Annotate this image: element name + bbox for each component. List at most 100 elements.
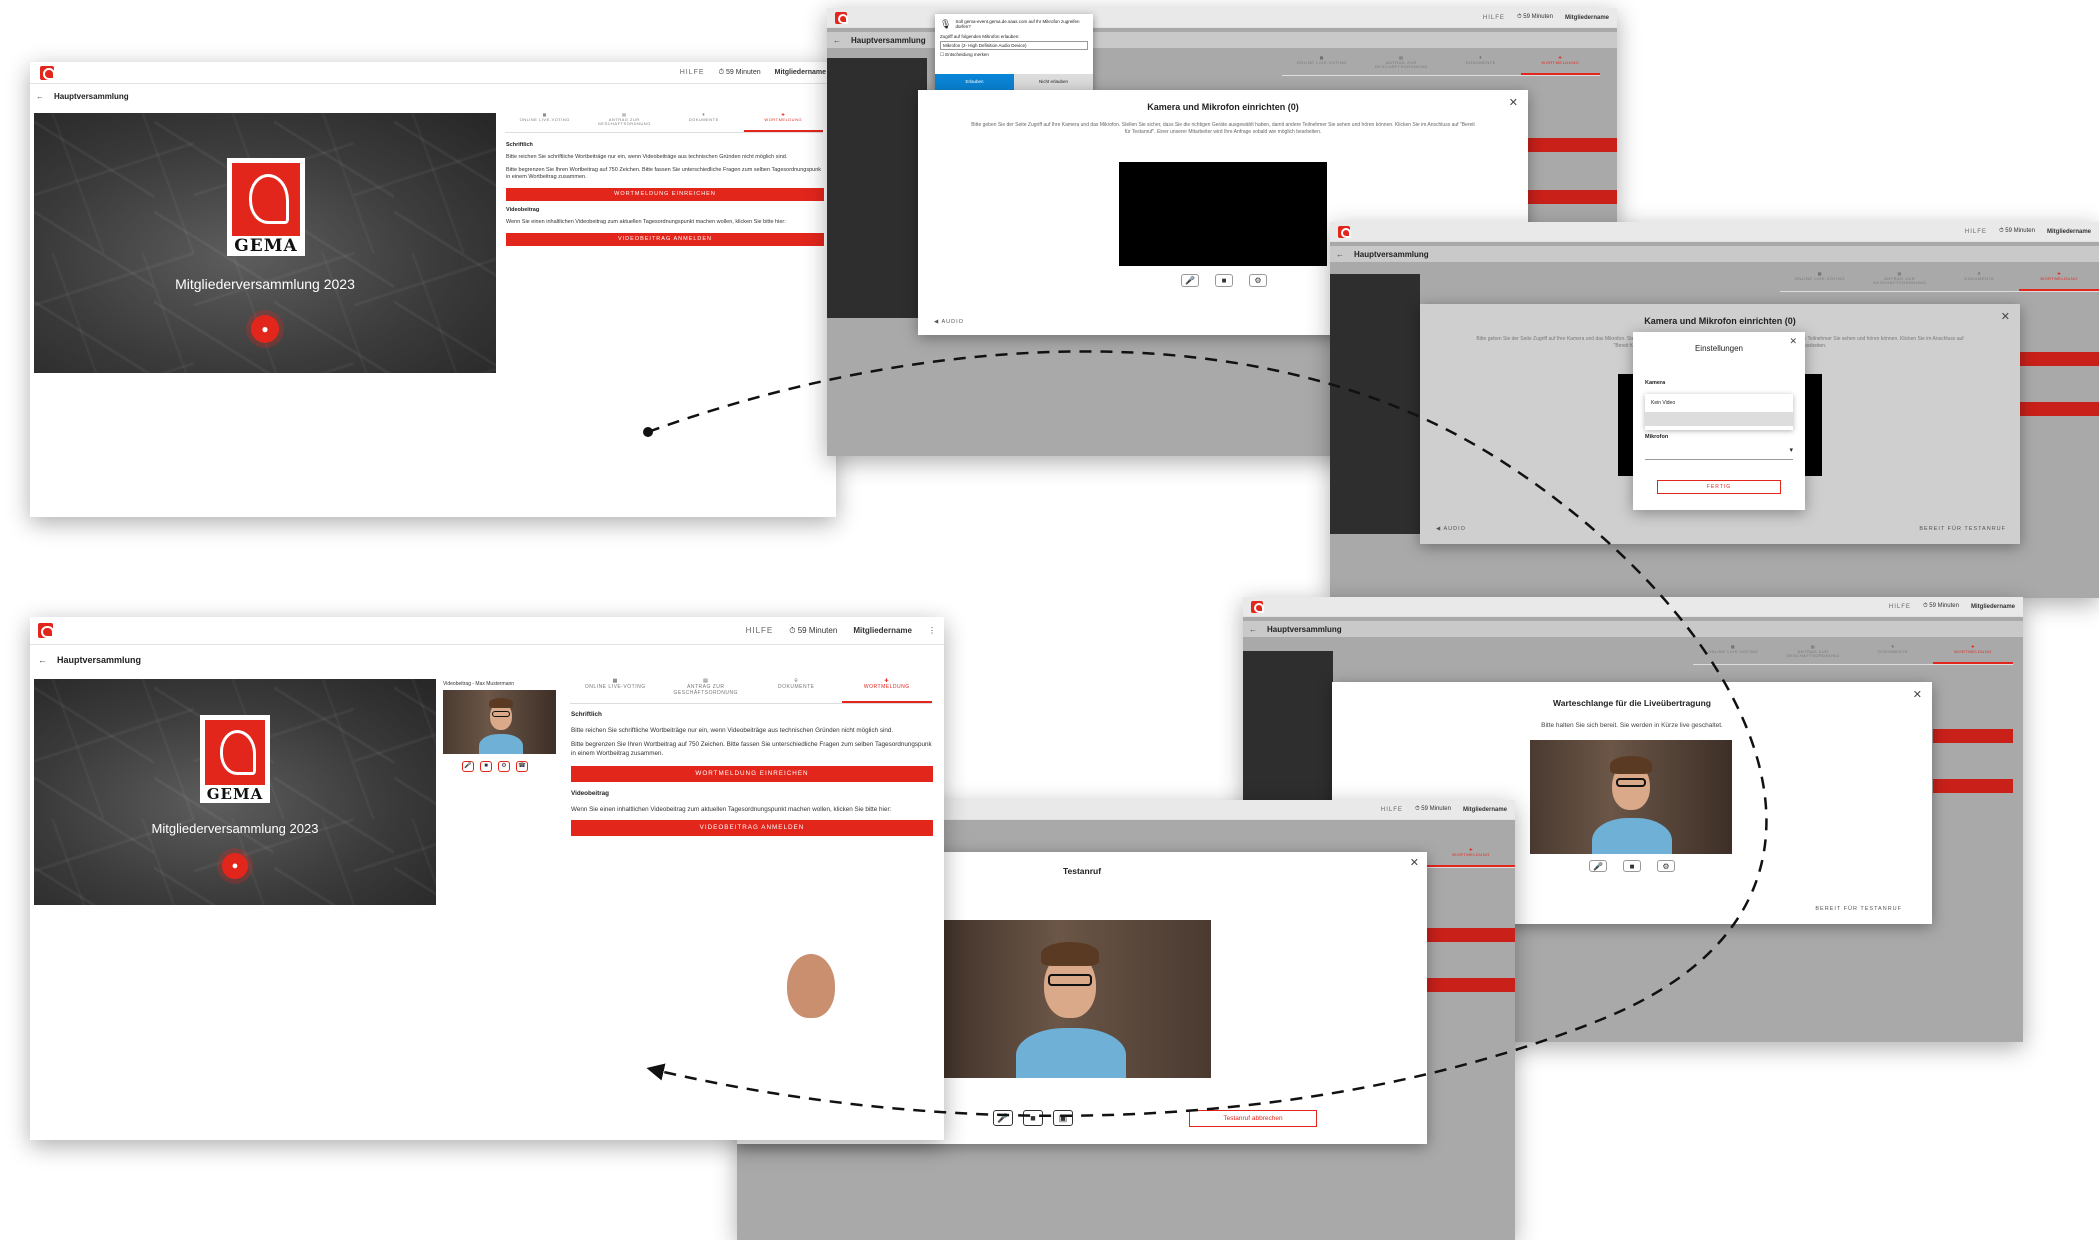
self-view-caption: Videobeitrag - Max Mustermann [443, 681, 515, 687]
tab-antrag[interactable]: ▤ ANTRAG ZUR GESCHÄFTSORDNUNG [585, 112, 665, 132]
tab-online-live-voting[interactable]: ▦ ONLINE LIVE-VOTING [505, 112, 585, 132]
settings-button[interactable]: ⚙ [1249, 274, 1267, 287]
register-video-button[interactable]: VIDEOBEITRAG ANMELDEN [506, 232, 824, 246]
tab-wortmeldung: ✚ WORTMELDUNG [1427, 847, 1515, 867]
event-stage: GEMA Mitgliederversammlung 2023 ● [34, 679, 436, 905]
permission-question: Soll gema-event.gema.de.saas.com auf Ihr… [955, 19, 1080, 29]
remember-checkbox[interactable]: ☐ Entscheidung merken [940, 52, 1088, 58]
back-arrow-icon[interactable]: ← [1336, 250, 1344, 259]
camera-toggle[interactable]: ■ [480, 761, 492, 772]
tab-label: WORTMELDUNG [863, 683, 910, 690]
close-icon[interactable]: ✕ [2001, 310, 2010, 323]
tab-antrag[interactable]: ▤ ANTRAG ZUR GESCHÄFTSORDNUNG [661, 678, 752, 703]
user-name[interactable]: Mitgliedername [853, 626, 912, 635]
chevron-down-icon: ▾ [1789, 447, 1793, 454]
mic-toggle[interactable]: 🎤 [993, 1110, 1013, 1126]
mic-toggle[interactable]: 🎤 [1181, 274, 1199, 287]
written-heading: Schriftlich [506, 142, 533, 148]
tab-label: ANTRAG ZUR GESCHÄFTSORDNUNG [1786, 648, 1840, 659]
close-icon[interactable]: ✕ [1789, 336, 1797, 347]
tab-bar-dimmed: ✚ WORTMELDUNG [1427, 847, 1515, 868]
self-video-preview [1530, 740, 1732, 854]
back-arrow-icon[interactable]: ← [1249, 625, 1257, 634]
device-select[interactable]: Mikrofon (2- High Definition Audio Devic… [940, 41, 1088, 50]
camera-option[interactable]: Kein Video [1645, 394, 1793, 412]
camera-option-highlight[interactable] [1645, 412, 1793, 426]
screen-share-button[interactable]: ▣ [1053, 1110, 1073, 1126]
tab-dokumente[interactable]: ⌾ DOKUMENTE [664, 112, 744, 132]
settings-button[interactable]: ⚙ [1657, 860, 1675, 872]
submit-wortmeldung-button[interactable]: WORTMELDUNG EINREICHEN [506, 187, 824, 201]
app-bar: HILFE ⏱ 59 Minuten Mitgliedername ⋮ [30, 617, 944, 645]
app-bar: HILFE ⏱ 59 Minuten Mitgliedername [30, 62, 836, 84]
back-arrow-icon[interactable]: ← [833, 36, 841, 45]
tab-dokumente[interactable]: ⌾ DOKUMENTE [751, 678, 842, 703]
wortmeldung-pane: Schriftlich Bitte reichen Sie schriftlic… [571, 711, 933, 836]
tab-bar: ▦ ONLINE LIVE-VOTING ▤ ANTRAG ZUR GESCHÄFT… [505, 112, 823, 133]
tab-online-live-voting[interactable]: ▦ ONLINE LIVE-VOTING [570, 678, 661, 703]
user-name[interactable]: Mitgliedername [2047, 229, 2091, 235]
mic-toggle[interactable]: 🎤 [462, 761, 474, 772]
camera-toggle[interactable]: ■ [1023, 1110, 1043, 1126]
help-link[interactable]: HILFE [1381, 807, 1403, 813]
participants-button[interactable]: ● [222, 853, 248, 879]
camera-toggle[interactable]: ■ [1623, 860, 1641, 872]
user-name[interactable]: Mitgliedername [1565, 15, 1609, 21]
microphone-icon: 🎤 [1185, 276, 1195, 285]
register-video-button[interactable]: VIDEOBEITRAG ANMELDEN [571, 820, 933, 836]
help-link[interactable]: HILFE [1483, 15, 1505, 21]
timer-text: 59 Minuten [1421, 806, 1451, 812]
self-view-video [443, 690, 556, 754]
tab-label: DOKUMENTE [688, 116, 719, 122]
screen-device-settings: HILFE ⏱ 59 Minuten Mitgliedername ← Haup… [1330, 222, 2099, 598]
self-video [931, 920, 1211, 1078]
user-name[interactable]: Mitgliedername [1971, 604, 2015, 610]
user-name[interactable]: Mitgliedername [775, 69, 826, 76]
modal-title: Kamera und Mikrofon einrichten (0) [1644, 316, 1796, 326]
back-arrow-icon[interactable]: ← [36, 92, 44, 101]
back-arrow-icon[interactable]: ← [38, 655, 47, 665]
more-menu-icon[interactable]: ⋮ [928, 626, 936, 635]
group-icon: ● [261, 322, 269, 336]
gema-logo [1251, 600, 1265, 614]
help-link[interactable]: HILFE [680, 69, 705, 76]
red-bar-dimmed [1427, 978, 1515, 992]
settings-button[interactable]: ⚙ [498, 761, 510, 772]
camera-toggle[interactable]: ■ [1215, 274, 1233, 287]
camera-dropdown[interactable]: Kein Video [1645, 394, 1793, 430]
settings-done-button[interactable]: FERTIG [1657, 480, 1781, 494]
tab-antrag: ▤ ANTRAG ZUR GESCHÄFTSORDNUNG [1860, 271, 1940, 291]
hangup-button[interactable]: ☎ [516, 761, 528, 772]
camera-icon: ■ [484, 763, 488, 769]
tab-label: ANTRAG ZUR GESCHÄFTSORDNUNG [1374, 59, 1428, 70]
submit-wortmeldung-button[interactable]: WORTMELDUNG EINREICHEN [571, 766, 933, 782]
page-header: ← Hauptversammlung [30, 88, 836, 104]
user-name[interactable]: Mitgliedername [1463, 807, 1507, 813]
help-link[interactable]: HILFE [746, 626, 774, 635]
cancel-test-call-button[interactable]: Testanruf abbrechen [1189, 1110, 1317, 1127]
participants-button[interactable]: ● [251, 315, 279, 343]
tab-wortmeldung[interactable]: ✚ WORTMELDUNG [743, 112, 823, 132]
mic-toggle[interactable]: 🎤 [1589, 860, 1607, 872]
camera-icon: ■ [1030, 1113, 1036, 1123]
share-icon: ▣ [1058, 1113, 1068, 1123]
ready-for-test-call-button[interactable]: BEREIT FÜR TESTANRUF [1919, 526, 2006, 532]
help-link[interactable]: HILFE [1965, 229, 1987, 235]
tab-wortmeldung: ✚ WORTMELDUNG [1520, 55, 1600, 75]
close-icon[interactable]: ✕ [1913, 688, 1922, 701]
close-icon[interactable]: ✕ [1410, 856, 1419, 869]
tab-label: ONLINE LIVE-VOTING [1707, 648, 1759, 654]
deny-button[interactable]: Nicht erlauben [1014, 74, 1093, 90]
ready-for-test-call-button[interactable]: BEREIT FÜR TESTANRUF [1815, 906, 1902, 912]
tab-wortmeldung[interactable]: ✚ WORTMELDUNG [841, 678, 932, 703]
written-text: Bitte reichen Sie schriftliche Wortbeitr… [506, 154, 788, 161]
app-bar: HILFE ⏱ 59 Minuten Mitgliedername [1330, 222, 2099, 242]
mic-select[interactable]: ▾ [1645, 446, 1793, 460]
gema-wordmark: GEMA [206, 785, 264, 803]
camera-label: Kamera [1645, 380, 1666, 386]
allow-button[interactable]: Erlauben [935, 74, 1014, 90]
camera-preview [1119, 162, 1327, 266]
page-header: ← Hauptversammlung [30, 651, 944, 669]
close-icon[interactable]: ✕ [1509, 96, 1518, 109]
help-link[interactable]: HILFE [1889, 604, 1911, 610]
